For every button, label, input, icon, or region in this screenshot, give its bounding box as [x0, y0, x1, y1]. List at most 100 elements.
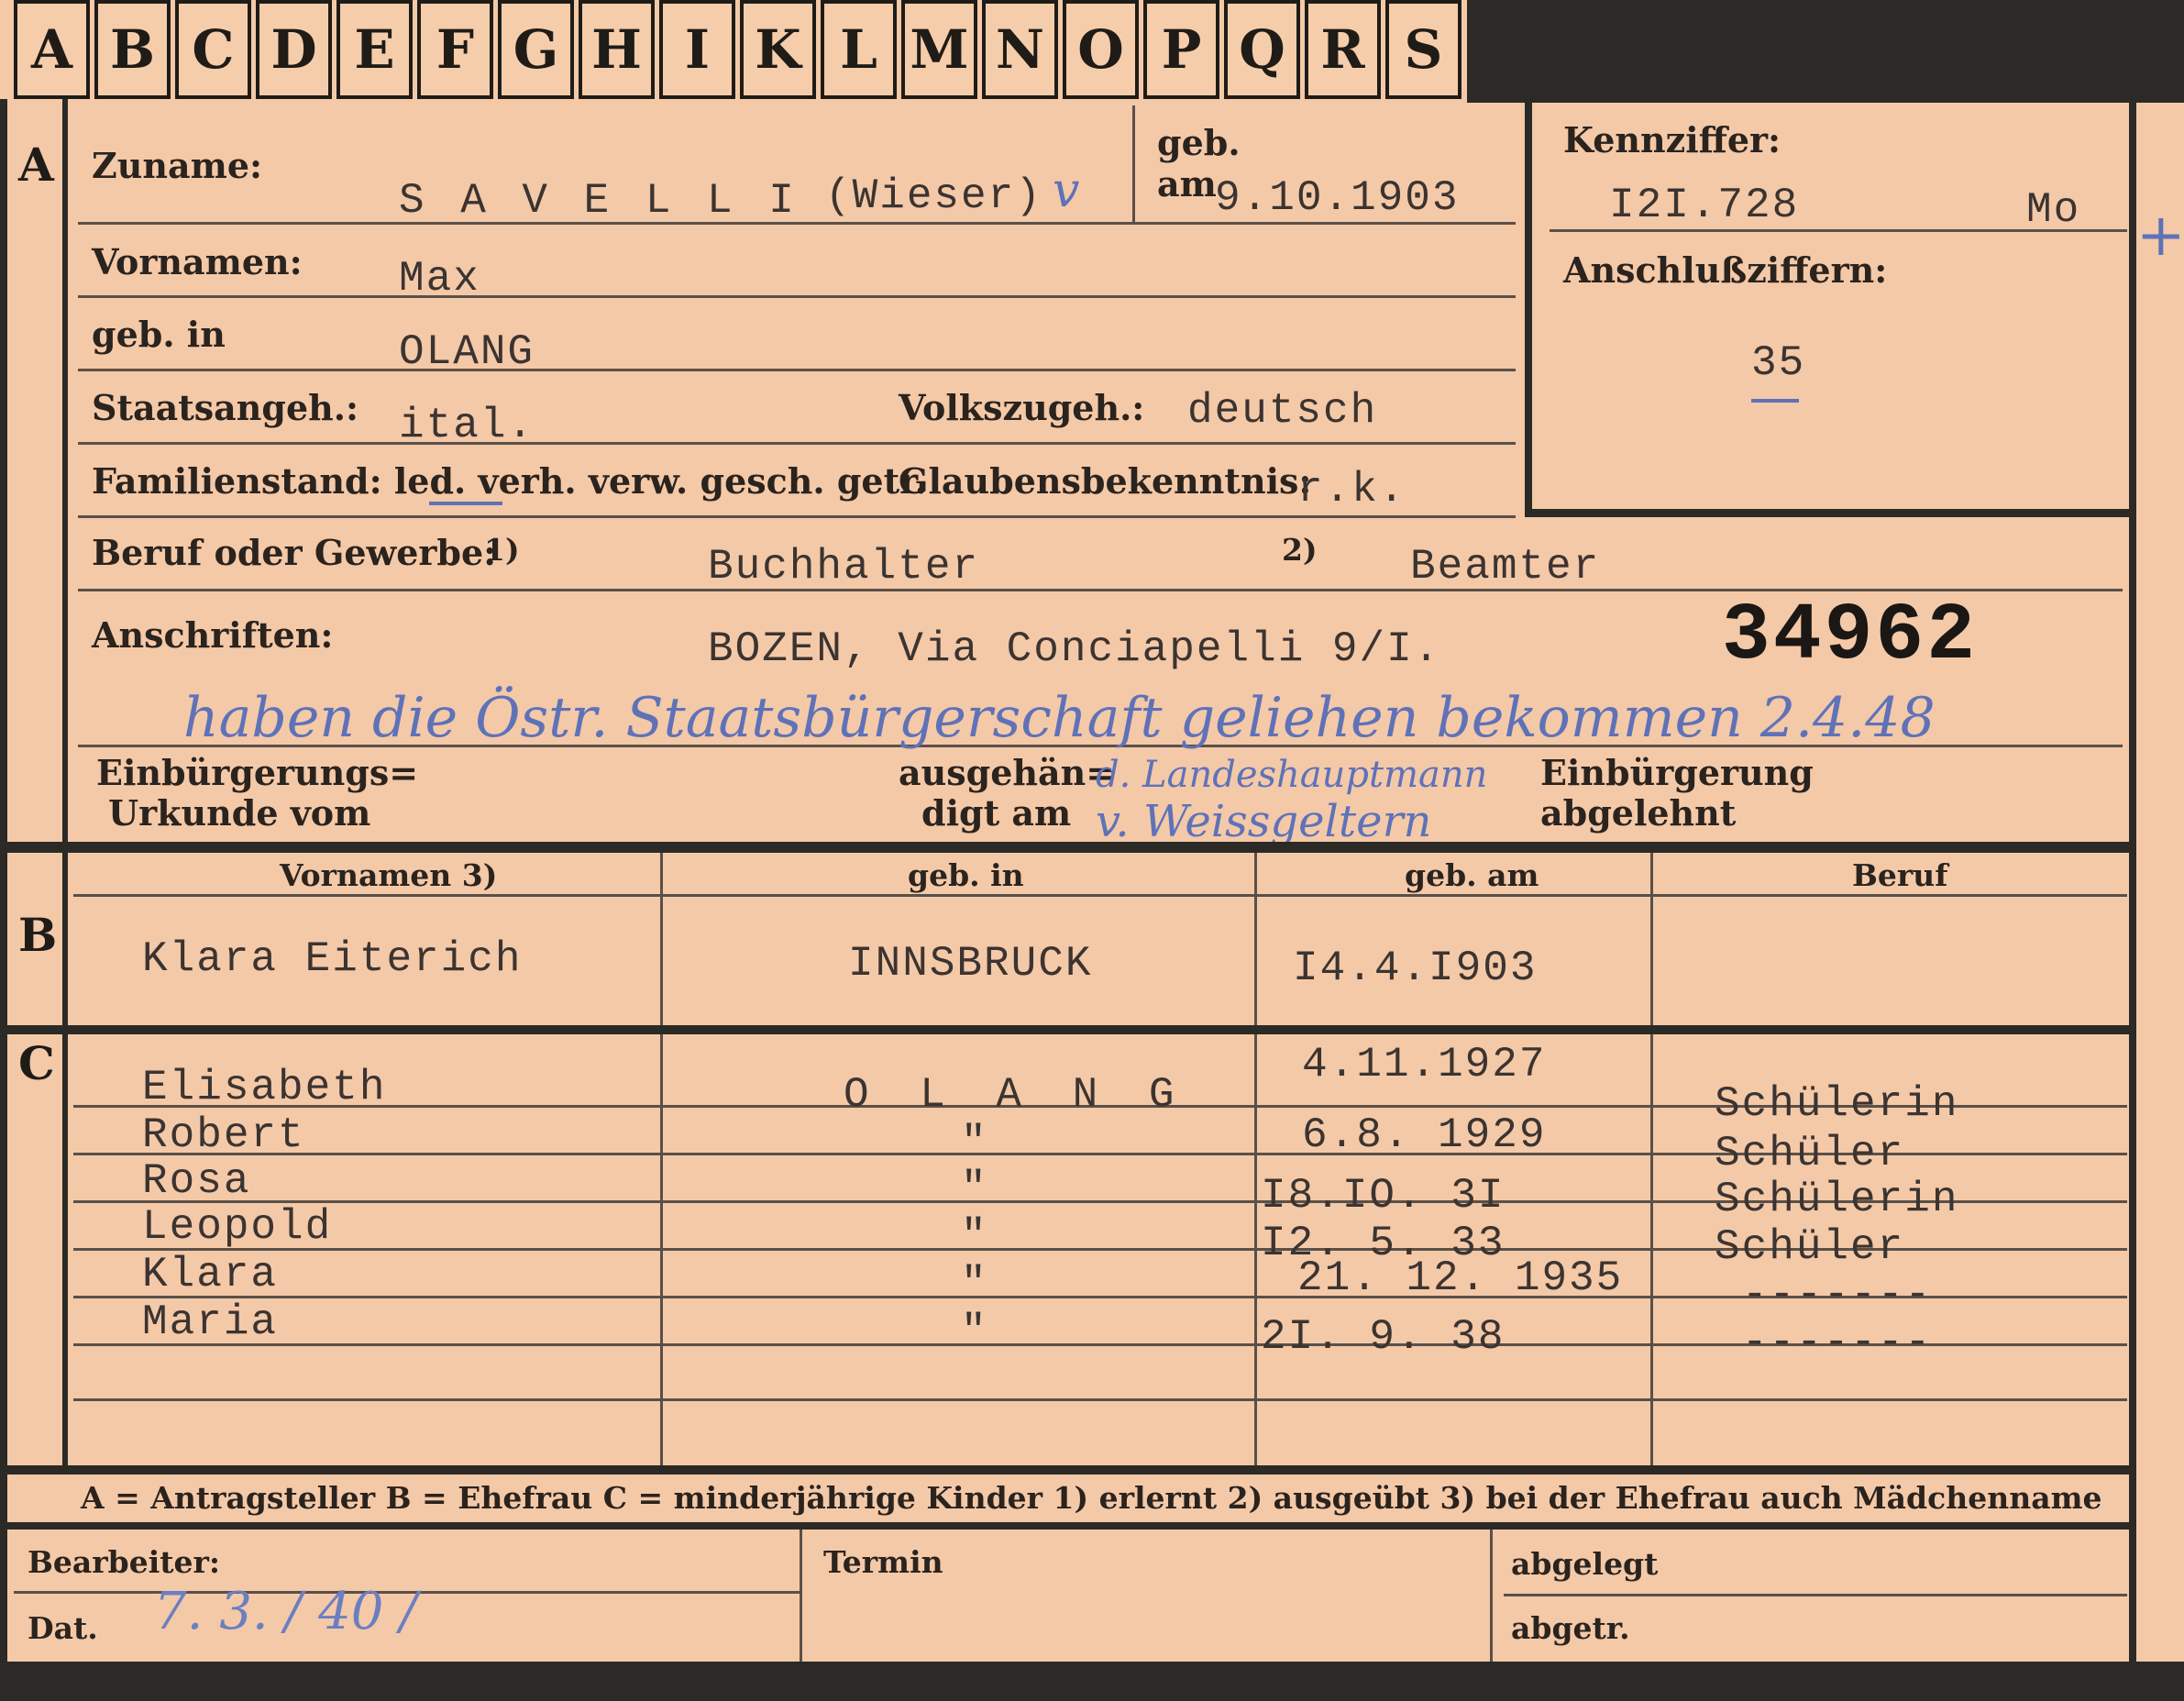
child-name: Klara: [142, 1251, 279, 1298]
spouse-header-beruf: Beruf: [1852, 857, 1948, 893]
index-tab[interactable]: D: [256, 0, 332, 99]
section-b-top-bar: [0, 842, 2136, 853]
margin-plus-mark: +: [2136, 202, 2184, 270]
termin-label: Termin: [823, 1544, 943, 1580]
index-tab[interactable]: B: [94, 0, 171, 99]
address-value: BOZEN, Via Conciapelli 9/I.: [708, 625, 1441, 673]
spouse-birth-date: I4.4.I903: [1293, 944, 1538, 992]
child-date: 21. 12. 1935: [1297, 1254, 1624, 1302]
index-tab[interactable]: E: [336, 0, 413, 99]
bearbeiter-label: Bearbeiter:: [28, 1544, 221, 1580]
child-job: Schüler: [1715, 1223, 1905, 1271]
child-name: Elisabeth: [142, 1064, 387, 1111]
legend-bottom-bar: [0, 1522, 2136, 1530]
frame-left: [0, 99, 7, 1701]
abgetr-label: abgetr.: [1511, 1610, 1630, 1646]
footer-div-2: [1490, 1530, 1493, 1662]
index-tab[interactable]: C: [175, 0, 251, 99]
verh-underline: [429, 502, 502, 505]
religion-value: r.k.: [1297, 466, 1406, 514]
child-place: ": [961, 1212, 988, 1260]
einbuergerung-abgelehnt-label-2: abgelehnt: [1540, 792, 1737, 834]
child-job: -------: [1742, 1319, 1933, 1366]
child-name: Robert: [142, 1111, 305, 1159]
index-tab[interactable]: R: [1305, 0, 1381, 99]
handwritten-date: 7. 3. / 40 /: [154, 1582, 418, 1641]
citizenship-value: ital.: [399, 402, 535, 449]
staatsangeh-label: Staatsangeh.:: [92, 387, 359, 428]
legend-top-bar: [0, 1465, 2136, 1475]
child-name: Maria: [142, 1298, 279, 1346]
footer-div-1: [800, 1530, 802, 1662]
bottom-dark-area: [0, 1662, 2184, 1701]
rule-vornamen: [78, 295, 1516, 298]
maiden-name-value: (Wieser): [825, 172, 1042, 220]
section-c-letter: C: [18, 1036, 55, 1090]
kennziffer-border-left: [1525, 103, 1532, 517]
einbuergerung-urkunde-label-1: Einbürgerungs=: [96, 752, 419, 793]
index-tab[interactable]: G: [498, 0, 574, 99]
child-place: ": [961, 1119, 988, 1166]
index-tab[interactable]: F: [417, 0, 493, 99]
index-tab[interactable]: Q: [1224, 0, 1300, 99]
einbuergerung-urkunde-label-2: Urkunde vom: [108, 792, 371, 834]
first-name-value: Max: [399, 255, 480, 303]
child-date: I8.IO. 3I: [1261, 1172, 1506, 1220]
anschluss-underline: [1751, 399, 1799, 403]
spouse-header-geb-in: geb. in: [908, 857, 1024, 893]
kennziffer-border-bottom: [1525, 509, 2136, 517]
anschriften-label: Anschriften:: [92, 614, 334, 656]
child-date: 6.8. 1929: [1302, 1111, 1547, 1159]
child-place: ": [961, 1165, 988, 1212]
child-name: Rosa: [142, 1157, 251, 1205]
index-tab[interactable]: P: [1143, 0, 1219, 99]
frame-inner-left-c: [62, 1034, 68, 1465]
kennziffer-label: Kennziffer:: [1563, 119, 1781, 160]
spouse-name: Klara Eiterich: [142, 935, 523, 983]
index-tab[interactable]: L: [821, 0, 897, 99]
footer-rule-right: [1504, 1594, 2127, 1596]
child-job: Schülerin: [1715, 1176, 1959, 1223]
index-tab[interactable]: I: [659, 0, 735, 99]
beruf-label: Beruf oder Gewerbe:: [92, 532, 497, 573]
rule-child-7: [73, 1398, 2127, 1401]
rule-familie: [78, 515, 1516, 518]
section-a-letter: A: [18, 138, 54, 192]
index-tab[interactable]: A: [14, 0, 90, 99]
frame-right: [2129, 103, 2136, 1689]
child-job: Schülerin: [1715, 1080, 1959, 1128]
child-place: ": [961, 1308, 988, 1355]
anschlussziffer-value: 35: [1751, 339, 1806, 387]
frame-inner-left-b: [62, 853, 68, 1025]
index-tab[interactable]: O: [1063, 0, 1139, 99]
registration-card: A B C D E F G H I K L M N O P Q R S A B …: [0, 0, 2184, 1701]
legend-text: A = Antragsteller B = Ehefrau C = minder…: [81, 1480, 2102, 1516]
anschlussziffern-label: Anschlußziffern:: [1563, 249, 1888, 291]
volkszugeh-label: Volkszugeh.:: [899, 387, 1145, 428]
index-tab[interactable]: H: [579, 0, 655, 99]
stamp-number: 34962: [1722, 591, 1979, 682]
kennziffer-suffix: Mo: [2026, 186, 2081, 234]
col-div-1-b: [660, 853, 663, 1025]
spouse-header-geb-am: geb. am: [1405, 857, 1539, 893]
child-name: Leopold: [142, 1203, 333, 1251]
child-date: 4.11.1927: [1302, 1041, 1547, 1088]
index-tab[interactable]: M: [901, 0, 977, 99]
child-job: -------: [1742, 1271, 1933, 1319]
birth-place-value: OLANG: [399, 328, 535, 376]
geb-in-label: geb. in: [92, 314, 226, 355]
index-tab[interactable]: K: [740, 0, 816, 99]
birth-date-value: 9.10.1903: [1215, 174, 1460, 222]
index-tab[interactable]: N: [982, 0, 1058, 99]
dat-label: Dat.: [28, 1610, 98, 1646]
index-tab[interactable]: S: [1385, 0, 1462, 99]
einbuergerung-abgelehnt-label-1: Einbürgerung: [1540, 752, 1814, 793]
section-b-letter: B: [18, 908, 58, 962]
profession-practiced-value: Beamter: [1410, 543, 1601, 591]
handwritten-authority-2: v. Weissgeltern: [1096, 796, 1432, 847]
handwritten-citizenship-note: haben die Östr. Staatsbürgerschaft gelie…: [183, 686, 1936, 750]
abgelegt-label: abgelegt: [1511, 1546, 1659, 1582]
ethnicity-value: deutsch: [1187, 387, 1378, 435]
kennziffer-value: I2I.728: [1609, 182, 1800, 229]
child-date: 2I. 9. 38: [1261, 1313, 1506, 1361]
